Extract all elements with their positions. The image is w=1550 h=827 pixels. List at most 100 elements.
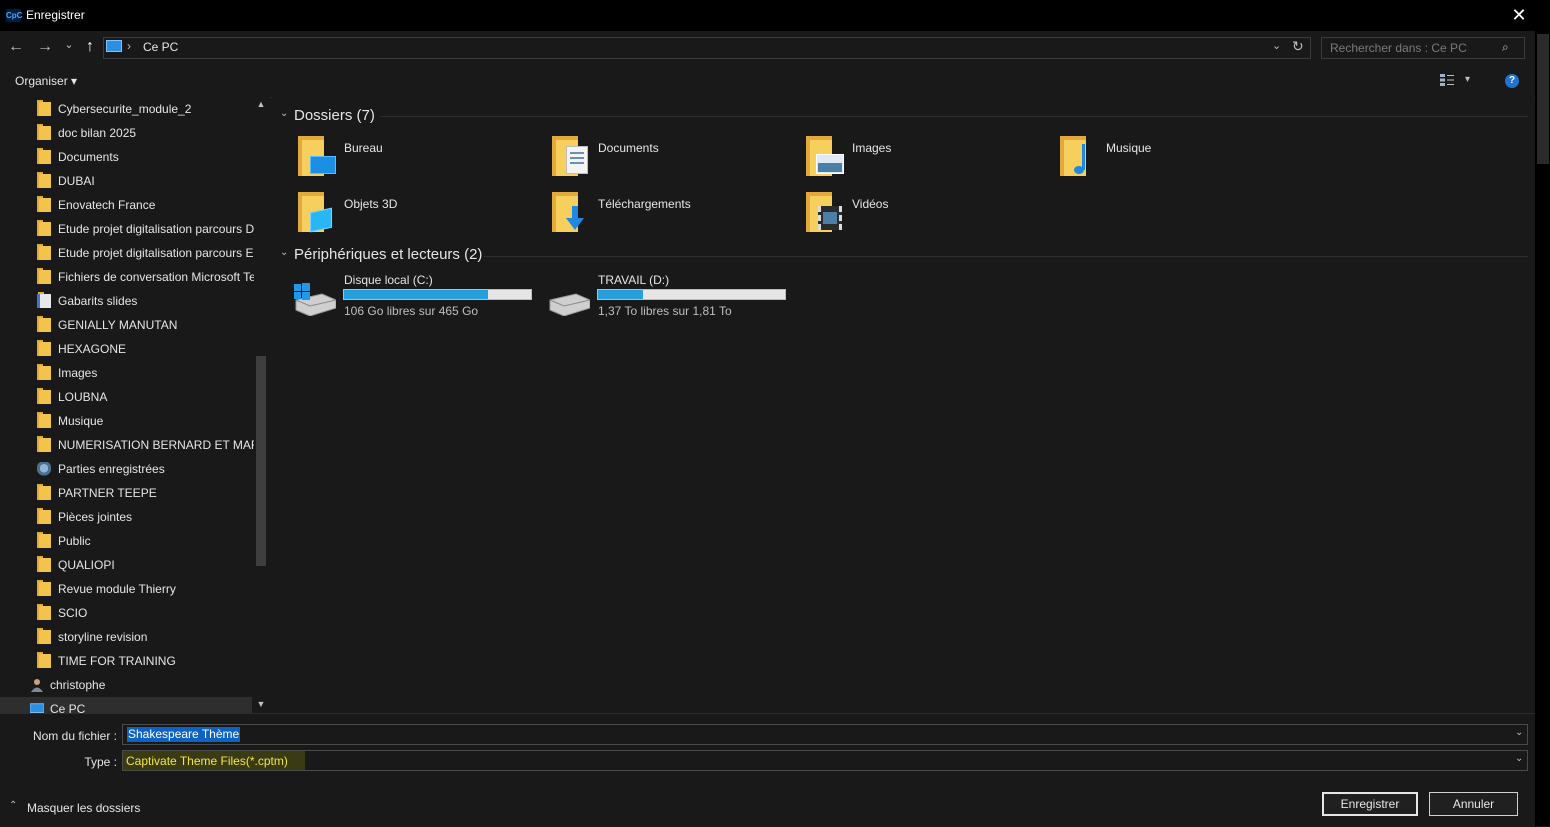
recent-locations-button[interactable]: ⌄ xyxy=(62,34,76,56)
sidebar-item-this-pc[interactable]: Ce PC xyxy=(0,697,252,713)
downloads-folder-icon xyxy=(552,192,590,232)
search-icon[interactable]: ⌕ xyxy=(1502,40,1509,55)
chevron-down-icon[interactable]: ⌄ xyxy=(1515,727,1523,738)
sidebar-item-label: Fichiers de conversation Microsoft Te xyxy=(58,270,254,284)
folder-tile-bureau[interactable]: Bureau xyxy=(298,136,538,182)
close-button[interactable]: ✕ xyxy=(1506,3,1532,27)
forward-button[interactable]: → xyxy=(35,36,55,58)
sidebar-item-label: GENIALLY MANUTAN xyxy=(58,318,178,332)
sidebar-item[interactable]: NUMERISATION BERNARD ET MARIE xyxy=(0,433,254,457)
sidebar-item[interactable]: storyline revision xyxy=(0,625,252,649)
sidebar-item[interactable]: Pièces jointes xyxy=(0,505,252,529)
sidebar-item-label: christophe xyxy=(50,678,106,692)
save-button[interactable]: Enregistrer xyxy=(1322,792,1418,816)
sidebar-item[interactable]: Public xyxy=(0,529,252,553)
sidebar-item-user[interactable]: christophe xyxy=(0,673,252,697)
folder-icon xyxy=(37,244,51,260)
address-dropdown-icon[interactable]: ⌄ xyxy=(1272,39,1281,52)
organiser-button[interactable]: Organiser ▾ xyxy=(15,74,77,88)
user-icon xyxy=(31,679,43,692)
hide-folders-button[interactable]: Masquer les dossiers xyxy=(27,801,140,815)
breadcrumb-this-pc[interactable]: Ce PC xyxy=(143,40,178,54)
sidebar-item[interactable]: DUBAI xyxy=(0,169,252,193)
sidebar-item[interactable]: Etude projet digitalisation parcours D xyxy=(0,217,254,241)
sidebar-item[interactable]: Fichiers de conversation Microsoft Te xyxy=(0,265,254,289)
drives-group-header[interactable]: Périphériques et lecteurs (2) xyxy=(294,246,482,263)
folder-tile-images[interactable]: Images xyxy=(806,136,1046,182)
search-input[interactable]: Rechercher dans : Ce PC xyxy=(1330,41,1467,55)
scroll-up-icon[interactable]: ▲ xyxy=(254,99,268,109)
drive-usage-bar xyxy=(597,289,786,300)
sidebar-scrollbar-thumb[interactable] xyxy=(256,356,266,566)
group-divider xyxy=(380,116,1528,117)
folder-tile-telechargements[interactable]: Téléchargements xyxy=(552,192,792,238)
chevron-up-icon[interactable]: ⌃ xyxy=(9,800,17,811)
drive-tile-d[interactable]: TRAVAIL (D:) 1,37 To libres sur 1,81 To xyxy=(546,272,790,322)
folder-icon xyxy=(37,316,51,332)
folder-icon xyxy=(37,580,51,596)
sidebar-item[interactable]: Revue module Thierry xyxy=(0,577,252,601)
folder-tile-objets-3d[interactable]: Objets 3D xyxy=(298,192,538,238)
details-view-icon xyxy=(1440,74,1454,86)
sidebar-item[interactable]: TIME FOR TRAINING xyxy=(0,649,252,673)
sidebar-item[interactable]: Documents xyxy=(0,145,252,169)
sidebar-item-label: SCIO xyxy=(58,606,88,620)
filename-label: Nom du fichier : xyxy=(32,729,117,743)
breadcrumb-separator-icon[interactable]: › xyxy=(127,39,131,53)
sidebar-item[interactable]: Parties enregistrées xyxy=(0,457,252,481)
back-button[interactable]: ← xyxy=(6,36,26,58)
sidebar-item[interactable]: QUALIOPI xyxy=(0,553,252,577)
sidebar-item-label: Pièces jointes xyxy=(58,510,133,524)
folders-group-header[interactable]: Dossiers (7) xyxy=(294,107,375,124)
sidebar-item[interactable]: SCIO xyxy=(0,601,252,625)
folder-icon xyxy=(37,604,51,620)
scroll-down-icon[interactable]: ▼ xyxy=(254,699,268,709)
sidebar-item-label: doc bilan 2025 xyxy=(58,126,137,140)
folder-tile-musique[interactable]: Musique xyxy=(1060,136,1300,182)
filename-field[interactable] xyxy=(122,724,1528,745)
sidebar-item-label: Etude projet digitalisation parcours D xyxy=(58,222,254,236)
sidebar-item[interactable]: Musique xyxy=(0,409,252,433)
refresh-icon[interactable]: ↻ xyxy=(1292,38,1304,55)
sidebar-item[interactable]: doc bilan 2025 xyxy=(0,121,252,145)
sidebar-item[interactable]: LOUBNA xyxy=(0,385,252,409)
sidebar-item[interactable]: Images xyxy=(0,361,252,385)
drive-free-space: 106 Go libres sur 465 Go xyxy=(344,304,479,318)
folder-label: Objets 3D xyxy=(344,197,398,211)
folder-icon xyxy=(37,340,51,356)
pictures-folder-icon xyxy=(806,136,844,176)
filename-input[interactable]: Shakespeare Thème xyxy=(127,727,241,742)
view-dropdown-icon[interactable]: ▾ xyxy=(1465,74,1470,85)
group-divider xyxy=(484,256,1528,257)
drive-usage-bar xyxy=(343,289,532,300)
view-options-icon[interactable] xyxy=(1440,73,1454,87)
sidebar-item-label: Ce PC xyxy=(50,702,86,713)
sidebar-item-label: Etude projet digitalisation parcours E xyxy=(58,246,254,260)
sidebar-item-label: Gabarits slides xyxy=(58,294,138,308)
navigation-pane: Cybersecurite_module_2doc bilan 2025 Docu… xyxy=(0,97,270,713)
file-type-value[interactable]: Captivate Theme Files(*.cptm) xyxy=(126,754,288,768)
folder-tile-videos[interactable]: Vidéos xyxy=(806,192,1046,238)
sidebar-item[interactable]: Enovatech France xyxy=(0,193,252,217)
sidebar-item[interactable]: Cybersecurite_module_2 xyxy=(0,97,252,121)
sidebar-item[interactable]: Etude projet digitalisation parcours E xyxy=(0,241,254,265)
drive-tile-c[interactable]: Disque local (C:) 106 Go libres sur 465 … xyxy=(292,272,536,322)
chevron-down-icon[interactable]: ⌄ xyxy=(280,108,288,119)
chevron-down-icon[interactable]: ⌄ xyxy=(1515,753,1523,764)
sidebar-item[interactable]: Gabarits slides xyxy=(0,289,252,313)
sidebar-item[interactable]: HEXAGONE xyxy=(0,337,252,361)
sidebar-item[interactable]: PARTNER TEEPE xyxy=(0,481,252,505)
cancel-button[interactable]: Annuler xyxy=(1429,792,1518,816)
help-icon[interactable]: ? xyxy=(1505,74,1519,88)
folder-tile-documents[interactable]: Documents xyxy=(552,136,792,182)
drive-usage-fill xyxy=(598,290,643,299)
saved-games-icon xyxy=(37,462,51,476)
up-button[interactable]: ↑ xyxy=(80,36,100,58)
address-bar[interactable] xyxy=(103,37,1311,59)
sidebar-item[interactable]: GENIALLY MANUTAN xyxy=(0,313,252,337)
up-arrow-icon: ↑ xyxy=(86,38,94,55)
chevron-down-icon[interactable]: ⌄ xyxy=(280,247,288,258)
forward-arrow-icon: → xyxy=(37,38,53,55)
file-type-select[interactable] xyxy=(122,750,1528,771)
sidebar-item-label: Public xyxy=(58,534,91,548)
